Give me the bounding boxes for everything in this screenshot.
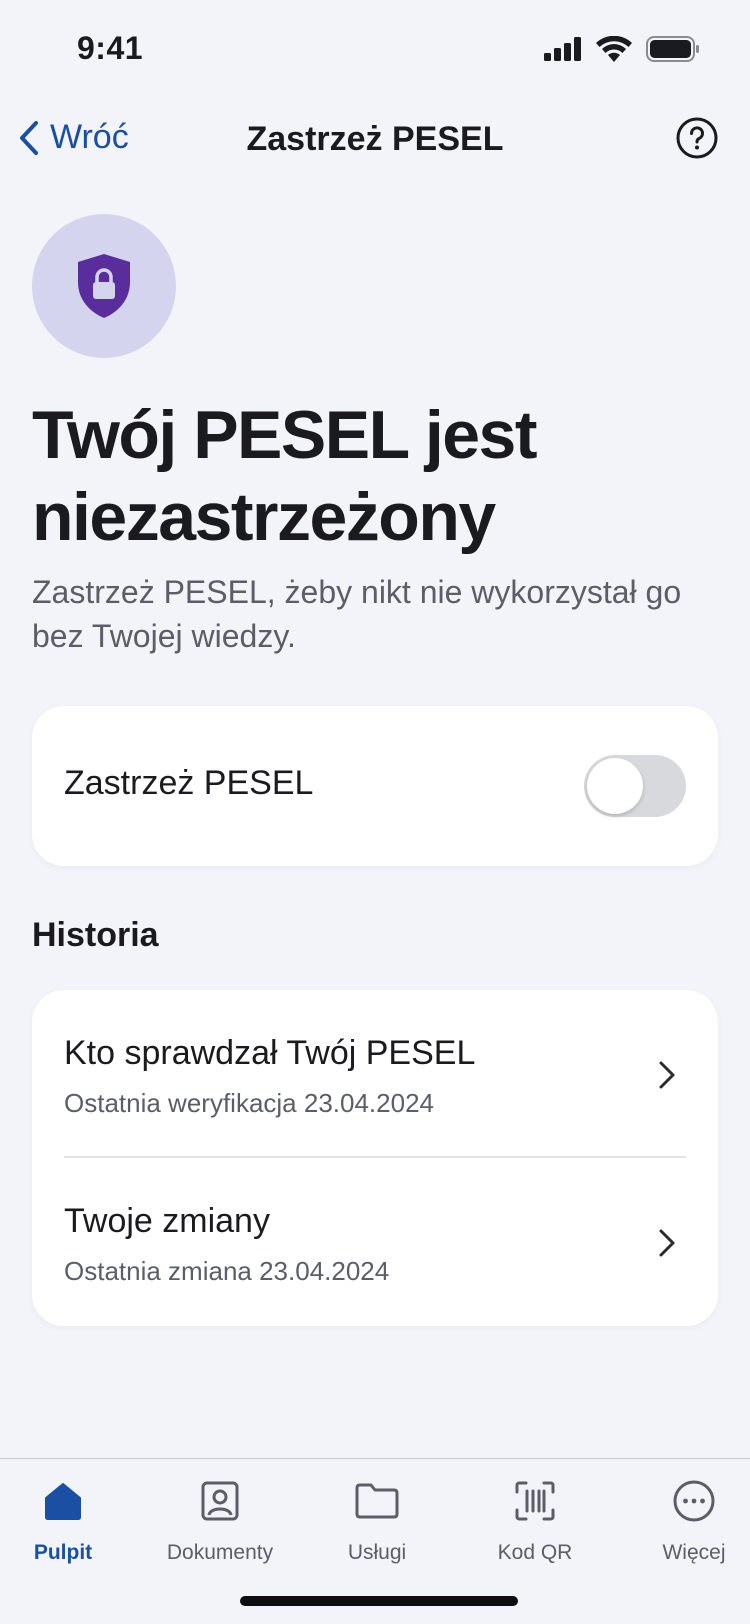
home-indicator	[240, 1596, 518, 1606]
signal-icon	[544, 37, 581, 61]
tab-wiecej[interactable]: Więcej	[619, 1475, 750, 1565]
shield-lock-icon	[78, 254, 130, 318]
status-icons	[544, 36, 700, 62]
chevron-right-icon	[659, 1061, 675, 1089]
status-time: 9:41	[77, 30, 144, 66]
folder-icon	[355, 1483, 399, 1519]
page-nav-title: Zastrzeż PESEL	[246, 120, 504, 158]
page-subtitle: Zastrzeż PESEL, żeby nikt nie wykorzysta…	[32, 574, 682, 654]
tab-uslugi[interactable]: Usługi	[302, 1475, 452, 1565]
history-heading: Historia	[32, 916, 159, 954]
wifi-icon	[596, 36, 632, 62]
history-item-subtitle: Ostatnia zmiana 23.04.2024	[64, 1256, 390, 1286]
tab-label: Kod QR	[497, 1541, 573, 1564]
tab-label: Więcej	[662, 1541, 726, 1564]
status-bar: 9:41	[0, 0, 750, 100]
history-item-changes[interactable]: Twoje zmiany Ostatnia zmiana 23.04.2024	[32, 1158, 718, 1324]
home-icon	[45, 1483, 81, 1520]
page-title: Twój PESEL jest niezastrzeżony	[32, 397, 538, 555]
restrict-pesel-label: Zastrzeż PESEL	[64, 764, 314, 802]
tab-dokumenty[interactable]: Dokumenty	[145, 1475, 295, 1565]
qr-scan-icon	[515, 1481, 555, 1521]
help-icon[interactable]	[676, 117, 718, 159]
history-item-title: Twoje zmiany	[64, 1202, 270, 1240]
history-card: Kto sprawdzał Twój PESEL Ostatnia weryfi…	[32, 990, 718, 1326]
restrict-pesel-toggle[interactable]	[584, 755, 686, 817]
history-item-subtitle: Ostatnia weryfikacja 23.04.2024	[64, 1088, 434, 1118]
battery-icon	[646, 36, 699, 62]
tab-kod-qr[interactable]: Kod QR	[460, 1475, 610, 1565]
navigation-bar: Wróć Zastrzeż PESEL	[0, 100, 750, 180]
tab-label: Usługi	[347, 1541, 407, 1564]
restrict-pesel-card: Zastrzeż PESEL	[32, 706, 718, 866]
chevron-right-icon	[659, 1229, 675, 1257]
tab-label: Dokumenty	[166, 1541, 274, 1564]
history-item-title: Kto sprawdzał Twój PESEL	[64, 1034, 476, 1072]
history-item-checks[interactable]: Kto sprawdzał Twój PESEL Ostatnia weryfi…	[32, 990, 718, 1158]
id-card-icon	[201, 1481, 239, 1521]
more-icon	[673, 1480, 715, 1522]
hero-icon-container	[32, 214, 176, 358]
toggle-knob	[587, 758, 643, 814]
tab-label: Pulpit	[33, 1541, 93, 1564]
tab-pulpit[interactable]: Pulpit	[0, 1475, 138, 1565]
